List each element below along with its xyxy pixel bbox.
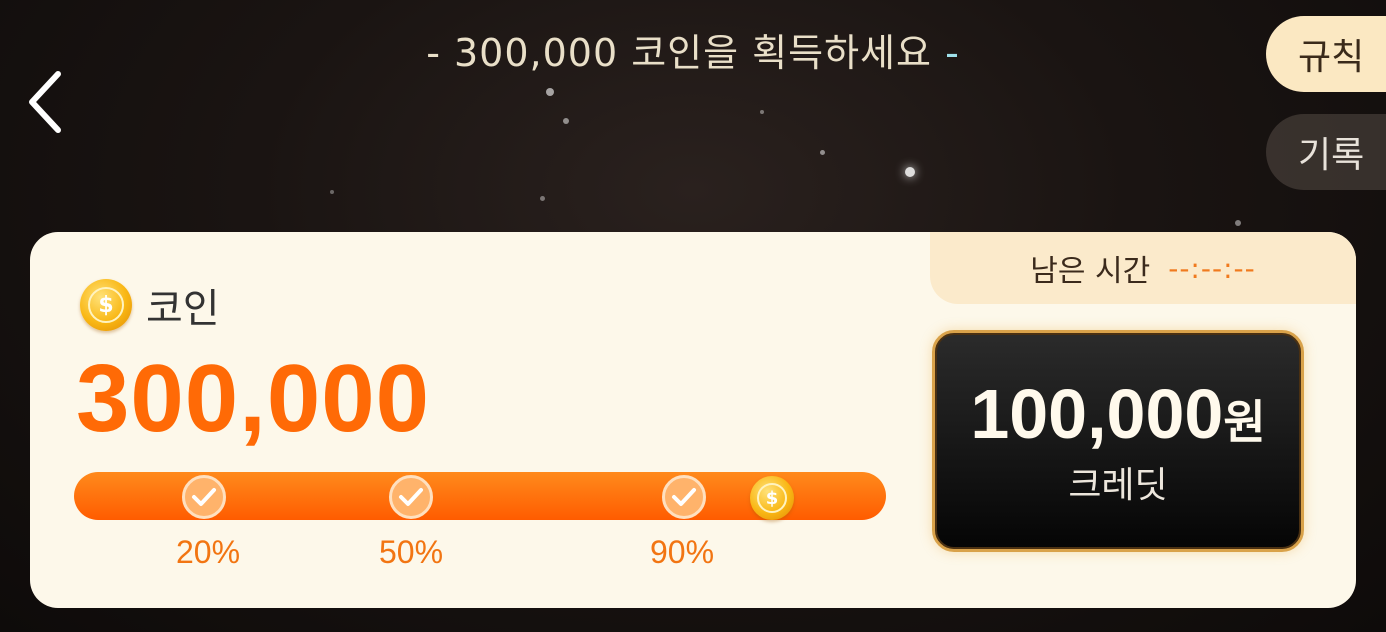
chevron-left-icon [29,71,61,133]
coin-symbol: $ [757,483,787,513]
star-decor [546,88,554,96]
coin-label: 코인 [146,286,220,332]
reward-amount: 100,000 원 [970,374,1265,454]
star-decor [330,190,334,194]
coin-amount: 300,000 [76,345,431,452]
progress-coin-icon: $ [750,476,794,520]
coin-mission-card: 남은 시간 --:--:-- $ 코인 300,000 $ 20% 50% 90… [30,232,1356,608]
star-decor [563,118,569,124]
star-decor [760,110,764,114]
remaining-time-label: 남은 시간 [1030,254,1151,289]
star-decor [540,196,545,201]
star-decor [905,167,915,177]
check-icon [182,475,226,519]
milestone-label: 50% [379,534,444,570]
check-icon [662,475,706,519]
records-button[interactable]: 기록 [1266,114,1386,190]
page-title: - 300,000 코인을 획득하세요 - [0,22,1386,77]
reward-amount-value: 100,000 [970,375,1224,453]
star-decor [1235,220,1241,226]
coin-header: $ 코인 [80,276,220,334]
reward-credit-card[interactable]: 100,000 원 크레딧 [932,330,1304,552]
coin-symbol: $ [88,287,124,323]
title-dash-right: - [945,31,960,75]
title-dash-left: - [426,31,441,75]
title-text: 300,000 코인을 획득하세요 [454,31,932,75]
reward-amount-unit: 원 [1223,395,1266,449]
milestone-label: 20% [176,534,241,570]
remaining-time: 남은 시간 --:--:-- [930,232,1356,304]
records-label: 기록 [1298,135,1365,176]
rules-button[interactable]: 규칙 [1266,16,1386,92]
remaining-time-value: --:--:-- [1168,251,1256,285]
reward-subtitle: 크레딧 [1068,465,1168,506]
milestone-label: 90% [650,534,715,570]
coin-icon: $ [80,279,132,331]
star-decor [820,150,825,155]
rules-label: 규칙 [1298,37,1365,78]
check-icon [389,475,433,519]
